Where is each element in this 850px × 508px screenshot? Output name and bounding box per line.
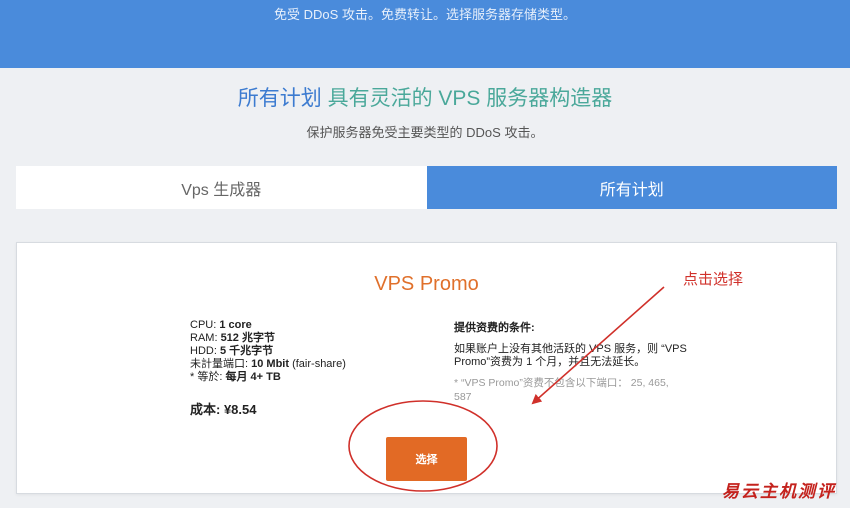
annotation-overlay (348, 286, 665, 492)
annotation-circle (348, 400, 498, 492)
watermark: 易云主机测评 (722, 482, 836, 501)
annotation-arrow (531, 286, 665, 405)
annotation-label: 点击选择 (683, 271, 744, 288)
